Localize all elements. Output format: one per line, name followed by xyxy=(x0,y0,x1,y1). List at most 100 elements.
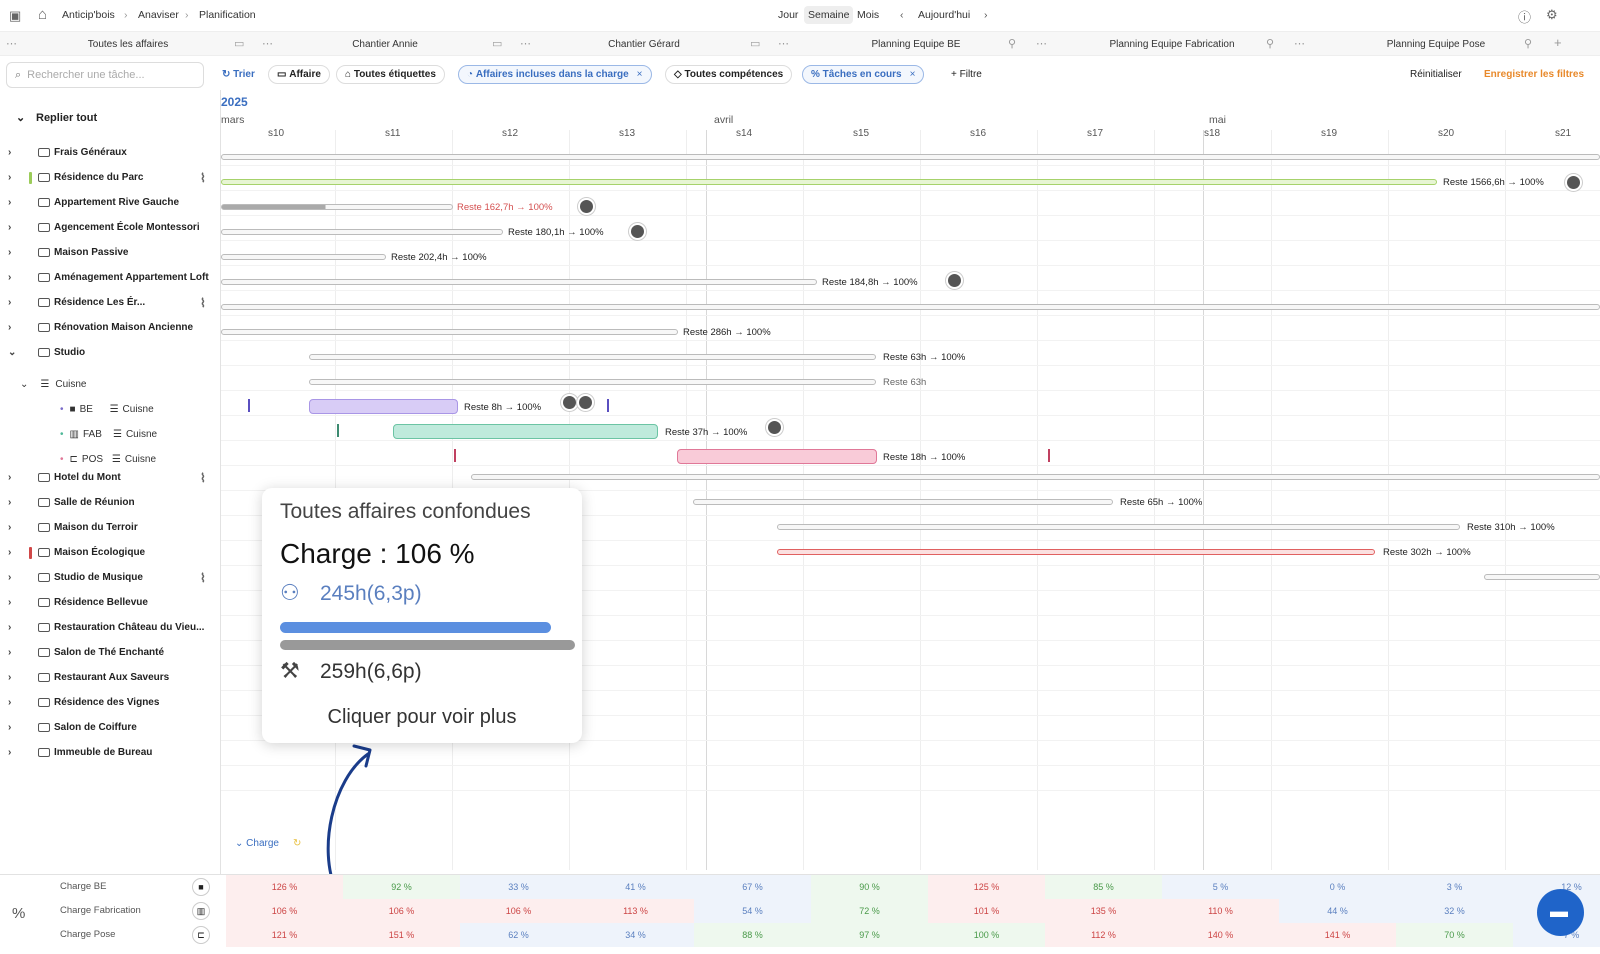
chevron-right-icon[interactable]: › xyxy=(8,472,11,483)
chevron-right-icon[interactable]: › xyxy=(8,547,11,558)
charge-cell[interactable]: 3 % xyxy=(1396,875,1513,899)
charge-cell[interactable]: 92 % xyxy=(343,875,460,899)
affaire-filter-button[interactable]: ▭ Affaire xyxy=(268,65,330,84)
info-icon[interactable]: ⓘ xyxy=(1518,7,1531,26)
project-row[interactable]: › Restaurant Aux Saveurs xyxy=(0,665,221,690)
add-filter-button[interactable]: + Filtre xyxy=(943,65,990,84)
charge-cell[interactable]: 151 % xyxy=(343,923,460,947)
more-icon[interactable]: ⋯ xyxy=(1294,37,1305,50)
project-bar[interactable] xyxy=(693,499,1113,505)
charge-cell[interactable]: 90 % xyxy=(811,875,928,899)
project-row[interactable]: › Salon de Thé Enchanté xyxy=(0,640,221,665)
charge-cell[interactable]: 141 % xyxy=(1279,923,1396,947)
task-row-fab[interactable]: • ▥ FAB ☰ Cuisne xyxy=(60,422,157,447)
project-row[interactable]: › Résidence Les Ér... ⌇ xyxy=(0,290,221,315)
charge-cell[interactable]: 32 % xyxy=(1396,899,1513,923)
task-row-be[interactable]: • ■ BE ☰ Cuisne xyxy=(60,397,154,422)
more-icon[interactable]: ⋯ xyxy=(778,37,789,50)
charge-cell[interactable]: 67 % xyxy=(694,875,811,899)
project-row[interactable]: › Agencement École Montessori xyxy=(0,215,221,240)
charge-cell[interactable]: 33 % xyxy=(460,875,577,899)
chevron-right-icon[interactable]: › xyxy=(8,722,11,733)
attachment-icon[interactable]: ⌇ xyxy=(200,171,206,185)
charge-cell[interactable]: 5 % xyxy=(1162,875,1279,899)
chevron-right-icon[interactable]: › xyxy=(8,197,11,208)
charge-cell[interactable]: 44 % xyxy=(1279,899,1396,923)
prev-chevron-icon[interactable]: ‹ xyxy=(900,9,904,21)
close-icon[interactable]: × xyxy=(637,69,643,80)
project-row[interactable]: › Immeuble de Bureau xyxy=(0,740,221,765)
chevron-right-icon[interactable]: › xyxy=(8,247,11,258)
task-row-pos[interactable]: • ⊏ POS ☰ Cuisne xyxy=(60,447,156,472)
charge-cell[interactable]: 100 % xyxy=(928,923,1045,947)
project-bar[interactable] xyxy=(221,154,1600,160)
project-row[interactable]: › Frais Généraux xyxy=(0,140,221,165)
charge-cell[interactable]: 70 % xyxy=(1396,923,1513,947)
chevron-right-icon[interactable]: › xyxy=(8,622,11,633)
labels-filter-button[interactable]: ⌂ Toutes étiquettes xyxy=(336,65,445,84)
project-row[interactable]: › Maison Passive xyxy=(0,240,221,265)
project-bar[interactable] xyxy=(471,474,1600,480)
charge-cell[interactable]: 97 % xyxy=(811,923,928,947)
charge-cell[interactable]: 72 % xyxy=(811,899,928,923)
task-bar-be[interactable] xyxy=(309,399,458,414)
chevron-right-icon[interactable]: › xyxy=(8,322,11,333)
group-bar[interactable] xyxy=(309,379,876,385)
chevron-right-icon[interactable]: › xyxy=(8,172,11,183)
chevron-down-icon[interactable]: ⌄ xyxy=(8,347,16,358)
chevron-right-icon[interactable]: › xyxy=(8,747,11,758)
chevron-right-icon[interactable]: › xyxy=(8,572,11,583)
project-bar[interactable] xyxy=(221,204,453,210)
sidebar-toggle-icon[interactable]: ▣ xyxy=(9,8,21,24)
breadcrumb-app[interactable]: Anticip'bois xyxy=(62,9,115,21)
charge-cell[interactable]: 85 % xyxy=(1045,875,1162,899)
charge-cell[interactable]: 101 % xyxy=(928,899,1045,923)
sort-button[interactable]: ↻ Trier xyxy=(214,65,263,84)
chevron-right-icon[interactable]: › xyxy=(8,147,11,158)
chevron-right-icon[interactable]: › xyxy=(8,297,11,308)
project-row[interactable]: › Maison Écologique xyxy=(0,540,221,565)
project-row[interactable]: › Résidence du Parc ⌇ xyxy=(0,165,221,190)
charge-cell[interactable]: 88 % xyxy=(694,923,811,947)
reset-button[interactable]: Réinitialiser xyxy=(1402,65,1470,84)
more-icon[interactable]: ⋯ xyxy=(1036,37,1047,50)
charge-cell[interactable]: 0 % xyxy=(1279,875,1396,899)
add-tab-icon[interactable]: + xyxy=(1554,35,1562,50)
project-row[interactable]: › Salon de Coiffure xyxy=(0,715,221,740)
task-bar-fab[interactable] xyxy=(393,424,658,439)
project-row[interactable]: › Résidence Bellevue xyxy=(0,590,221,615)
today-button[interactable]: Aujourd'hui xyxy=(918,9,970,21)
attachment-icon[interactable]: ⌇ xyxy=(200,571,206,585)
project-bar[interactable] xyxy=(221,254,386,260)
more-icon[interactable]: ⋯ xyxy=(520,37,531,50)
chevron-right-icon[interactable]: › xyxy=(8,497,11,508)
charge-toggle[interactable]: ⌄ Charge ↻ xyxy=(235,838,301,849)
close-icon[interactable]: × xyxy=(910,69,916,80)
charge-cell[interactable]: 34 % xyxy=(577,923,694,947)
charge-cell[interactable]: 126 % xyxy=(226,875,343,899)
chevron-right-icon[interactable]: › xyxy=(8,597,11,608)
project-row[interactable]: › Aménagement Appartement Loft xyxy=(0,265,221,290)
tasks-filter-chip[interactable]: % Tâches en cours × xyxy=(802,65,925,84)
tab-chantier-annie[interactable]: Chantier Annie xyxy=(290,32,480,56)
project-bar[interactable] xyxy=(221,329,678,335)
project-bar[interactable] xyxy=(221,179,1437,185)
breadcrumb-section[interactable]: Anaviser xyxy=(138,9,179,21)
project-bar[interactable] xyxy=(777,549,1375,555)
project-bar[interactable] xyxy=(777,524,1460,530)
view-day-button[interactable]: Jour xyxy=(778,9,798,21)
charge-cell[interactable]: 112 % xyxy=(1045,923,1162,947)
attachment-icon[interactable]: ⌇ xyxy=(200,296,206,310)
tab-planning-fabrication[interactable]: Planning Equipe Fabrication xyxy=(1082,32,1262,56)
project-row[interactable]: › Studio de Musique ⌇ xyxy=(0,565,221,590)
project-row[interactable]: › Appartement Rive Gauche xyxy=(0,190,221,215)
charge-cell[interactable]: 106 % xyxy=(343,899,460,923)
charge-cell[interactable]: 54 % xyxy=(694,899,811,923)
tab-planning-pose[interactable]: Planning Equipe Pose xyxy=(1356,32,1516,56)
chevron-right-icon[interactable]: › xyxy=(8,522,11,533)
project-row[interactable]: › Salle de Réunion xyxy=(0,490,221,515)
project-row[interactable]: ⌄ Studio xyxy=(0,340,221,365)
project-bar[interactable] xyxy=(221,229,503,235)
chevron-right-icon[interactable]: › xyxy=(8,222,11,233)
view-week-button[interactable]: Semaine xyxy=(804,6,854,24)
